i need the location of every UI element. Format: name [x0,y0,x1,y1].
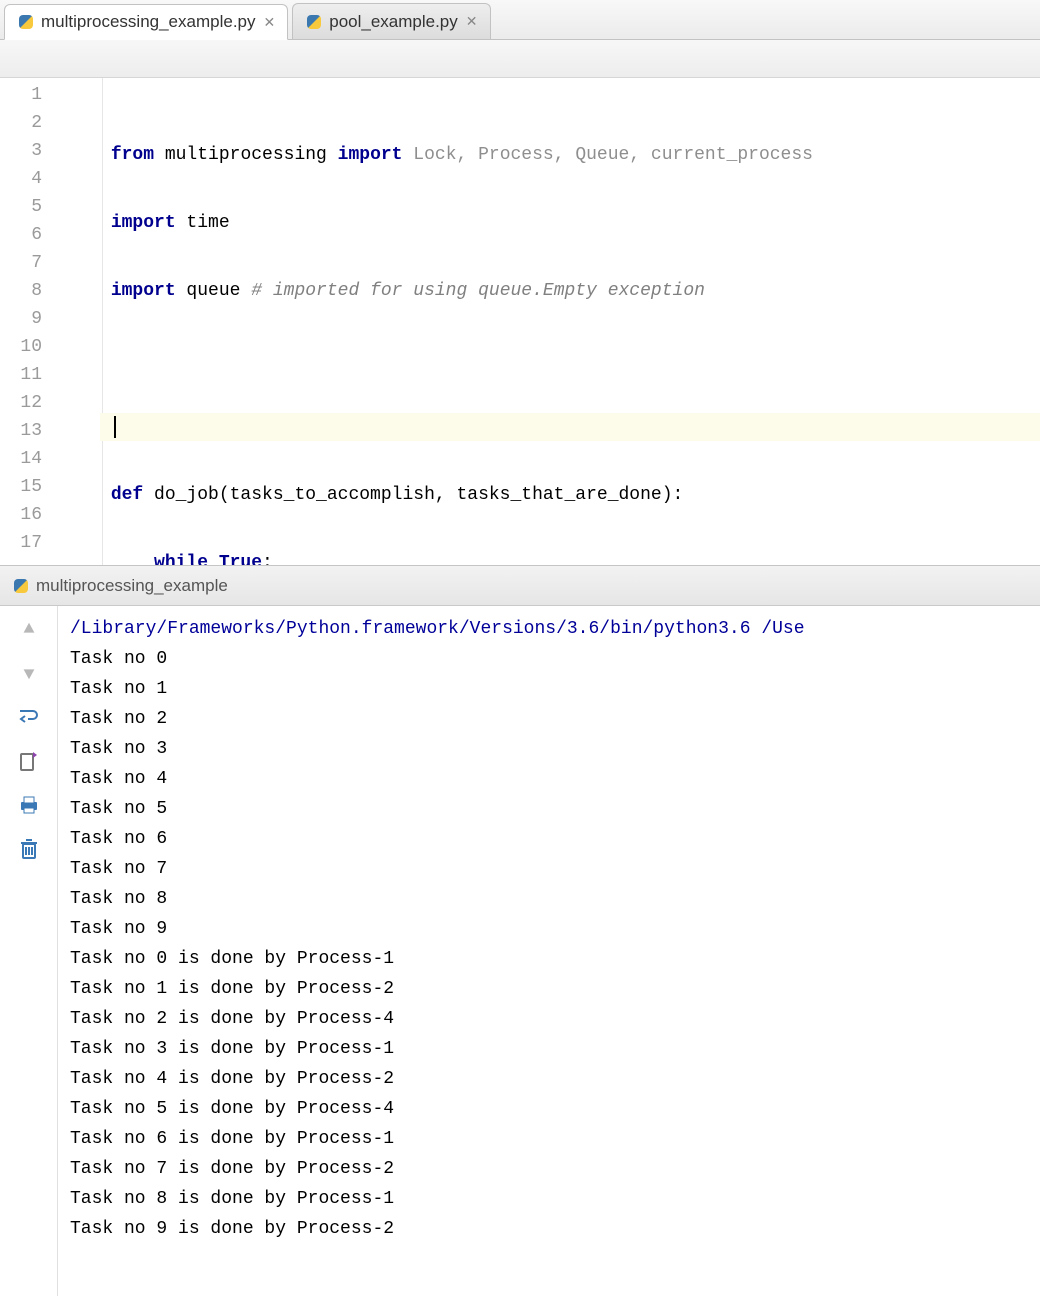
output-line: Task no 0 [70,649,167,669]
line-number: 11 [0,361,100,389]
line-number-gutter: 1 2 3 4 5 6 7 8 9 10 11 12 13 14 15 16 1… [0,78,100,565]
output-line: Task no 5 is done by Process-4 [70,1099,394,1119]
tab-pool-example[interactable]: pool_example.py ✕ [292,3,490,39]
line-number: 14 [0,445,100,473]
interpreter-path: /Library/Frameworks/Python.framework/Ver… [70,619,805,639]
run-config-name: multiprocessing_example [32,576,228,596]
output-line: Task no 4 [70,769,167,789]
console-output[interactable]: /Library/Frameworks/Python.framework/Ver… [58,606,1040,1296]
line-number: 2 [0,109,100,137]
output-line: Task no 1 [70,679,167,699]
output-line: Task no 8 is done by Process-1 [70,1189,394,1209]
run-console-header: multiprocessing_example [0,566,1040,606]
soft-wrap-icon[interactable] [16,704,42,730]
line-number: 4 [0,165,100,193]
editor-tab-bar: multiprocessing_example.py ✕ pool_exampl… [0,0,1040,40]
line-number: 15 [0,473,100,501]
print-icon[interactable] [16,792,42,818]
output-line: Task no 6 [70,829,167,849]
line-number: 8 [0,277,100,305]
breadcrumb-bar [0,40,1040,78]
output-line: Task no 7 is done by Process-2 [70,1159,394,1179]
code-line [100,345,1040,373]
code-line: from multiprocessing import Lock, Proces… [100,141,1040,169]
output-line: Task no 5 [70,799,167,819]
python-icon [10,575,32,597]
scroll-down-icon[interactable] [16,660,42,686]
output-line: Task no 2 [70,709,167,729]
tab-multiprocessing-example[interactable]: multiprocessing_example.py ✕ [4,4,288,40]
python-file-icon [15,11,37,33]
tab-label: pool_example.py [325,12,466,32]
line-number: 1 [0,81,100,109]
code-area[interactable]: from multiprocessing import Lock, Proces… [100,78,1040,565]
export-icon[interactable] [16,748,42,774]
line-number: 10 [0,333,100,361]
line-number: 6 [0,221,100,249]
code-editor[interactable]: 1 2 3 4 5 6 7 8 9 10 11 12 13 14 15 16 1… [0,78,1040,566]
code-line: def do_job(tasks_to_accomplish, tasks_th… [100,481,1040,509]
scroll-up-icon[interactable] [16,616,42,642]
line-number: 3 [0,137,100,165]
line-number: 13 [0,417,100,445]
code-line-current [100,413,1040,441]
code-line: while True: [100,549,1040,566]
python-file-icon [303,11,325,33]
line-number: 16 [0,501,100,529]
output-line: Task no 3 is done by Process-1 [70,1039,394,1059]
code-line: import queue # imported for using queue.… [100,277,1040,305]
output-line: Task no 7 [70,859,167,879]
close-icon[interactable]: ✕ [466,13,478,30]
code-line: import time [100,209,1040,237]
output-line: Task no 4 is done by Process-2 [70,1069,394,1089]
output-line: Task no 9 is done by Process-2 [70,1219,394,1239]
close-icon[interactable]: ✕ [264,14,276,31]
output-line: Task no 2 is done by Process-4 [70,1009,394,1029]
line-number: 7 [0,249,100,277]
output-line: Task no 8 [70,889,167,909]
output-line: Task no 6 is done by Process-1 [70,1129,394,1149]
line-number: 9 [0,305,100,333]
line-number: 12 [0,389,100,417]
run-console: /Library/Frameworks/Python.framework/Ver… [0,606,1040,1296]
line-number: 17 [0,529,100,557]
trash-icon[interactable] [16,836,42,862]
console-toolbar [0,606,58,1296]
output-line: Task no 0 is done by Process-1 [70,949,394,969]
text-caret [114,416,116,438]
output-line: Task no 9 [70,919,167,939]
output-line: Task no 3 [70,739,167,759]
line-number: 5 [0,193,100,221]
output-line: Task no 1 is done by Process-2 [70,979,394,999]
tab-label: multiprocessing_example.py [37,12,264,32]
